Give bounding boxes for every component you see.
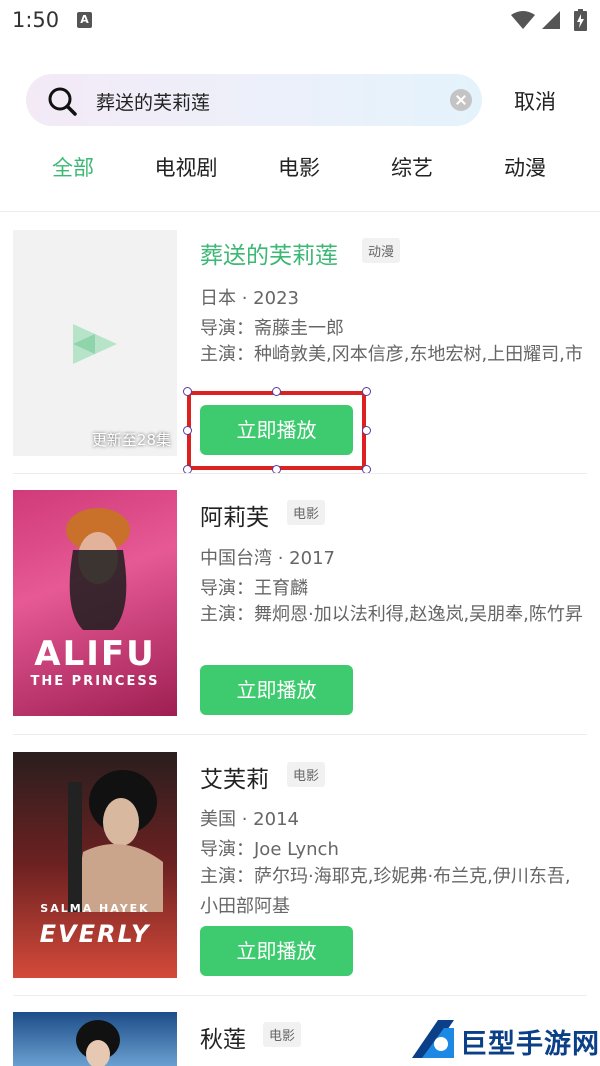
portrait-figure bbox=[66, 508, 130, 630]
divider bbox=[13, 734, 587, 735]
cancel-button[interactable]: 取消 bbox=[514, 86, 556, 116]
director: 导演：Joe Lynch bbox=[200, 839, 339, 860]
video-logo-icon bbox=[73, 324, 117, 364]
cast: 主演：舞炯恩·加以法利得,赵逸岚,吴朋奉,陈竹昇 bbox=[200, 604, 583, 625]
play-button[interactable]: 立即播放 bbox=[200, 926, 353, 976]
tab-tv[interactable]: 电视剧 bbox=[155, 152, 218, 182]
status-bar: 1:50 A bbox=[0, 0, 600, 44]
tab-anime[interactable]: 动漫 bbox=[504, 152, 546, 182]
result-title[interactable]: 阿莉芙 bbox=[200, 498, 269, 532]
type-badge: 动漫 bbox=[362, 238, 401, 263]
portrait-figure bbox=[68, 770, 163, 912]
cast: 主演：种崎敦美,冈本信彦,东地宏树,上田耀司,市之濑加那 bbox=[200, 344, 583, 365]
director: 导演：斋藤圭一郎 bbox=[200, 318, 344, 339]
poster-image[interactable]: SALMA HAYEK EVERLY bbox=[13, 752, 177, 978]
resize-handle bbox=[272, 387, 281, 396]
type-badge: 电影 bbox=[287, 762, 326, 787]
watermark-text: 巨型手游网 bbox=[460, 1029, 600, 1060]
result-title[interactable]: 秋莲 bbox=[200, 1020, 246, 1054]
resize-handle bbox=[183, 426, 192, 435]
search-input[interactable]: 葬送的芙莉莲 bbox=[96, 88, 210, 115]
watermark: 巨型手游网 bbox=[408, 1014, 599, 1064]
selection-highlight bbox=[187, 391, 366, 470]
poster-image[interactable]: ALIFU THE PRINCESS bbox=[13, 490, 177, 716]
poster-title: ALIFU bbox=[34, 634, 156, 674]
poster-image[interactable] bbox=[13, 1012, 177, 1066]
type-badge: 电影 bbox=[263, 1022, 302, 1047]
result-title[interactable]: 葬送的芙莉莲 bbox=[200, 236, 338, 270]
region-year: 美国 · 2014 bbox=[200, 809, 299, 830]
resize-handle bbox=[362, 426, 371, 435]
tab-movie[interactable]: 电影 bbox=[278, 152, 320, 182]
result-title[interactable]: 艾芙莉 bbox=[200, 760, 269, 794]
category-tabs: 全部 电视剧 电影 综艺 动漫 bbox=[0, 152, 600, 196]
resize-handle bbox=[362, 387, 371, 396]
resize-handle bbox=[183, 387, 192, 396]
cast: 主演：萨尔玛·海耶克,珍妮弗·布兰克,伊川东吾,小田部阿基 bbox=[200, 866, 571, 917]
region-year: 日本 · 2023 bbox=[200, 288, 299, 309]
divider bbox=[0, 211, 600, 212]
wifi-icon bbox=[511, 11, 535, 29]
tab-variety[interactable]: 综艺 bbox=[391, 152, 433, 182]
divider bbox=[13, 995, 587, 996]
search-bar[interactable]: 葬送的芙莉莲 bbox=[26, 74, 482, 126]
battery-icon bbox=[574, 9, 587, 31]
watermark-logo-icon bbox=[412, 1020, 454, 1058]
search-icon bbox=[48, 87, 77, 116]
clear-icon[interactable] bbox=[450, 89, 472, 111]
poster-subtitle: SALMA HAYEK bbox=[40, 902, 150, 915]
tab-all[interactable]: 全部 bbox=[52, 152, 94, 182]
play-button[interactable]: 立即播放 bbox=[200, 665, 353, 715]
status-time: 1:50 bbox=[12, 8, 60, 32]
update-label: 更新至28集 bbox=[91, 431, 171, 449]
region-year: 中国台湾 · 2017 bbox=[200, 548, 335, 569]
notification-icon: A bbox=[77, 12, 92, 28]
poster-placeholder[interactable]: 更新至28集 bbox=[13, 230, 177, 456]
portrait-figure bbox=[76, 1020, 120, 1066]
signal-icon bbox=[542, 11, 560, 29]
type-badge: 电影 bbox=[287, 500, 326, 525]
director: 导演：王育麟 bbox=[200, 578, 308, 599]
divider bbox=[13, 473, 587, 474]
poster-subtitle: THE PRINCESS bbox=[30, 674, 160, 689]
poster-title: EVERLY bbox=[39, 920, 151, 948]
